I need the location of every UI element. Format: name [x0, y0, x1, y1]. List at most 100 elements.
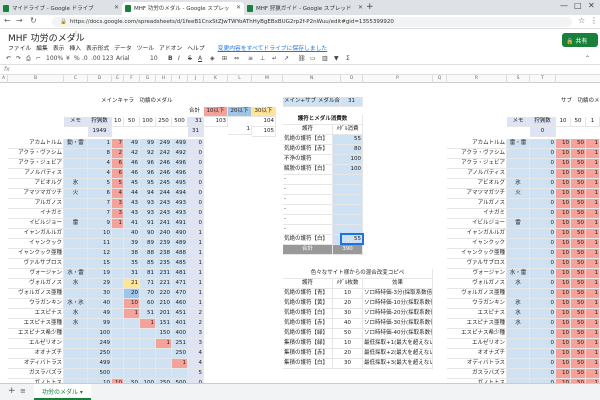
column-header[interactable]: G [140, 75, 156, 83]
bold-button[interactable]: B [168, 55, 173, 62]
menu-help[interactable]: ヘルプ [187, 46, 204, 52]
sub-monster-count[interactable]: 0 [530, 169, 556, 179]
charm-name[interactable]: 気絶の護符【赤】 [283, 145, 333, 155]
sub-monster-count[interactable]: 0 [530, 359, 556, 369]
sub-monster-count[interactable]: 0 [530, 259, 556, 269]
close-icon[interactable]: ✕ [114, 4, 119, 11]
menu-tools[interactable]: ツール [137, 46, 154, 52]
browser-tab-active[interactable]: MHF 功労のメダル - Google スプレッ ✕ [122, 2, 244, 15]
redo-icon[interactable]: ↷ [16, 55, 21, 62]
currency-button[interactable]: ¥ [66, 55, 70, 62]
charm-name[interactable]: - [283, 185, 333, 195]
chart-icon[interactable]: ▥ [322, 55, 328, 62]
charm-name[interactable]: - [283, 225, 333, 235]
bookmark-star-icon[interactable]: ☆ [578, 16, 585, 25]
column-header[interactable]: T [530, 75, 556, 83]
rotate-icon[interactable]: ↗ [284, 55, 289, 62]
charm-name[interactable]: 気絶の護符【白】 [283, 135, 333, 145]
column-header[interactable]: F [124, 75, 140, 83]
column-header[interactable]: O [341, 75, 363, 83]
spreadsheet-grid[interactable]: メインキャラ 功績のメダル 合計 10以下 20以下 30以下 31 103 1… [0, 83, 600, 383]
monster-count[interactable]: 7 [88, 199, 112, 209]
charm-name[interactable]: 不浄の護符 [283, 155, 333, 165]
charm-name[interactable]: 解脱の護符【白】 [283, 165, 333, 175]
monster-count[interactable]: 500 [88, 369, 112, 379]
charm-name[interactable]: - [283, 195, 333, 205]
sub-monster-count[interactable]: 0 [530, 329, 556, 339]
zoom-select[interactable]: 100% [46, 55, 63, 62]
valign-icon[interactable]: ⊥ [260, 55, 265, 62]
monster-count[interactable]: 99 [88, 319, 112, 329]
sub-monster-count[interactable]: 0 [530, 239, 556, 249]
column-header[interactable]: L [228, 75, 252, 83]
fill-color-icon[interactable]: ◈ [210, 55, 215, 62]
column-header[interactable]: R [447, 75, 507, 83]
menu-format[interactable]: 表示形式 [86, 46, 109, 52]
sheet-tab-active[interactable]: 功労のメダル ▾ [34, 384, 91, 400]
wrap-icon[interactable]: ↵ [272, 55, 277, 62]
monster-count[interactable]: 12 [88, 249, 112, 259]
menu-view[interactable]: 表示 [53, 46, 65, 52]
filter-icon[interactable]: ▼ [334, 55, 339, 62]
window-close-icon[interactable]: ✕ [588, 1, 595, 10]
monster-count[interactable]: 11 [88, 239, 112, 249]
percent-button[interactable]: % [74, 55, 80, 62]
monster-count[interactable]: 5 [88, 179, 112, 189]
sub-monster-count[interactable]: 0 [530, 229, 556, 239]
text-color-button[interactable]: A [198, 55, 202, 62]
column-header[interactable]: A [0, 75, 8, 83]
sub-monster-count[interactable]: 0 [530, 159, 556, 169]
monster-count[interactable]: 30 [88, 289, 112, 299]
add-sheet-button[interactable]: + [8, 386, 16, 396]
selected-cell[interactable] [340, 233, 364, 245]
strikethrough-button[interactable]: S [188, 55, 192, 62]
italic-button[interactable]: I [178, 55, 180, 62]
number-format-button[interactable]: 123 [102, 55, 113, 62]
sheet-list-icon[interactable]: ≡ [20, 387, 26, 395]
sub-monster-count[interactable]: 0 [530, 139, 556, 149]
paint-format-icon[interactable]: ⌐ [36, 55, 41, 62]
column-header[interactable]: Q [433, 75, 447, 83]
minimize-icon[interactable]: — [560, 1, 568, 10]
sub-monster-count[interactable]: 0 [530, 299, 556, 309]
monster-count[interactable]: 40 [88, 299, 112, 309]
maximize-icon[interactable]: □ [574, 1, 582, 10]
monster-count[interactable]: 8 [88, 149, 112, 159]
sub-monster-count[interactable]: 0 [530, 149, 556, 159]
menu-insert[interactable]: 挿入 [69, 46, 81, 52]
decimal-decrease-button[interactable]: .0 [82, 55, 88, 62]
monster-count[interactable]: 4 [88, 169, 112, 179]
browser-tab[interactable]: MHF 狩猟ガイド - Google スプレッド ✕ [244, 2, 366, 15]
column-header[interactable]: B [8, 75, 64, 83]
column-header[interactable]: N [283, 75, 341, 83]
column-header[interactable]: H [156, 75, 172, 83]
borders-icon[interactable]: ⊞ [222, 55, 227, 62]
menu-edit[interactable]: 編集 [36, 46, 48, 52]
star-icon[interactable]: ☆ [72, 30, 80, 40]
link-icon[interactable]: ⛓ [298, 55, 306, 62]
sub-monster-count[interactable]: 0 [530, 219, 556, 229]
menu-file[interactable]: ファイル [8, 46, 31, 52]
charm-name[interactable]: - [283, 175, 333, 185]
monster-count[interactable]: 100 [88, 329, 112, 339]
sub-monster-count[interactable]: 0 [530, 349, 556, 359]
new-tab-button[interactable]: + [366, 2, 374, 12]
monster-count[interactable]: 10 [88, 229, 112, 239]
comment-icon[interactable]: ▭ [310, 55, 316, 62]
column-header[interactable]: P [363, 75, 433, 83]
monster-count[interactable]: 19 [88, 269, 112, 279]
merge-icon[interactable]: ⇔ [234, 55, 239, 62]
font-size-select[interactable]: 10 [150, 55, 158, 62]
sub-monster-count[interactable]: 0 [530, 209, 556, 219]
sub-monster-count[interactable]: 0 [530, 189, 556, 199]
sub-monster-count[interactable]: 0 [530, 199, 556, 209]
charm-name[interactable]: 気絶の護符【白】 [283, 235, 333, 245]
monster-count[interactable]: 499 [88, 359, 112, 369]
monster-count[interactable]: 7 [88, 209, 112, 219]
column-header[interactable]: I [172, 75, 188, 83]
column-header[interactable]: C [64, 75, 88, 83]
menu-icon[interactable]: ⋮ [590, 16, 598, 25]
formula-bar[interactable]: fx [0, 65, 600, 75]
monster-count[interactable]: 15 [88, 259, 112, 269]
menu-data[interactable]: データ [114, 46, 131, 52]
